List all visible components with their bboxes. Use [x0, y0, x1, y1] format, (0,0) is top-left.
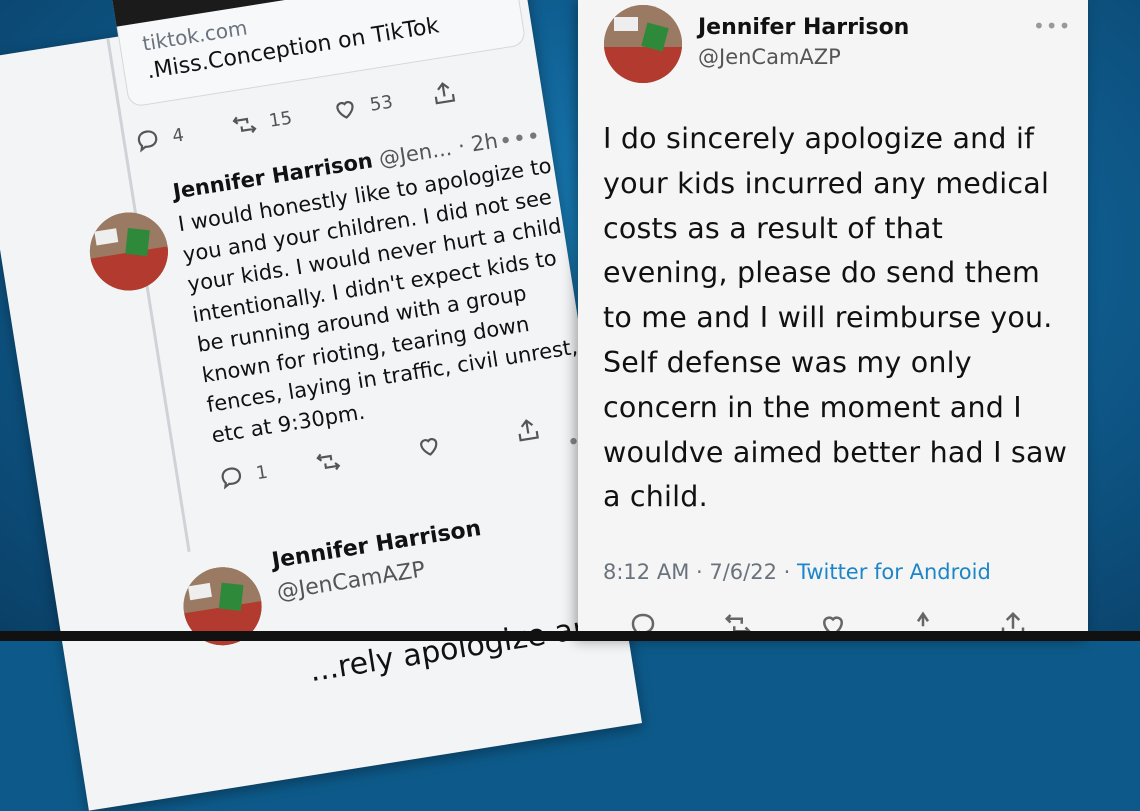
retweet-button[interactable]: 15 [230, 105, 294, 140]
reply-icon [137, 130, 158, 153]
right-tweet-screenshot: Jennifer Harrison @JenCamAZP ••• I do si… [578, 0, 1088, 641]
heart-icon [336, 101, 354, 119]
tweet-timestamp: 8:12 AM · 7/6/22 · [603, 560, 797, 584]
like-count: 53 [368, 91, 395, 116]
like-button[interactable] [414, 431, 444, 461]
reply-count: 4 [170, 124, 186, 147]
retweet-count: 15 [267, 106, 294, 132]
reply-count: 1 [254, 461, 270, 484]
tweet-source-link[interactable]: Twitter for Android [797, 560, 991, 584]
tweet-text: I do sincerely apologize and if your kid… [603, 122, 1068, 514]
more-options-icon[interactable]: ••• [1033, 14, 1071, 38]
link-preview-image [107, 0, 512, 27]
left-tweet-screenshot: tiktok.com .Miss.Conception on TikTok 4 … [0, 0, 642, 811]
share-icon [518, 419, 539, 442]
share-button[interactable] [429, 78, 459, 108]
thread-line [106, 37, 191, 553]
bottom-bar [0, 631, 1140, 641]
avatar[interactable] [604, 5, 682, 83]
tweet-meta: 8:12 AM · 7/6/22 · Twitter for Android [603, 560, 991, 584]
heart-icon [420, 438, 438, 456]
like-button[interactable]: 53 [330, 89, 394, 124]
more-options-icon[interactable]: ••• [497, 124, 542, 155]
share-button[interactable] [513, 415, 543, 445]
reply-text: I would honestly like to apologize to yo… [176, 153, 580, 448]
share-icon [434, 82, 456, 105]
retweet-icon [316, 453, 341, 471]
avatar[interactable] [84, 206, 174, 297]
retweet-button[interactable] [313, 447, 343, 477]
reply-button[interactable]: 4 [133, 122, 186, 155]
reply-button[interactable]: 1 [217, 459, 270, 492]
retweet-icon [232, 116, 257, 134]
author-handle[interactable]: @JenCamAZP [698, 45, 841, 69]
reply-icon [221, 467, 242, 490]
author-name[interactable]: Jennifer Harrison [698, 15, 909, 40]
